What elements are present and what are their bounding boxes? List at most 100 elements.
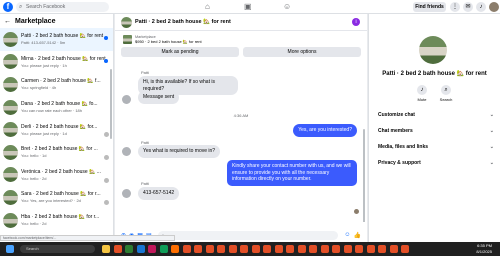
back-arrow-icon[interactable]: ← <box>4 18 11 25</box>
mark-as-pending-button[interactable]: Mark as pending <box>121 47 239 57</box>
message-bubble-outgoing[interactable]: Yes, are you interested? <box>293 124 357 137</box>
conversation-item[interactable]: Hba · 2 bed 2 bath house 🏡 for r... You: … <box>0 209 113 232</box>
conversation-item[interactable]: Carmen · 2 bed 2 bath house 🏡 f... You: s… <box>0 73 113 96</box>
sender-avatar[interactable] <box>122 189 131 198</box>
conversation-item[interactable]: Mirna · 2 bed 2 bath house 🏡 for rent You… <box>0 51 113 74</box>
conversation-text: Sara · 2 bed 2 bath house 🏡 for r... You:… <box>21 191 113 203</box>
notifications-bell-icon[interactable]: ♪ <box>476 2 486 12</box>
taskbar-app-icon[interactable] <box>274 245 283 253</box>
message-bubble-outgoing[interactable]: Kindly share your contact number with us… <box>227 160 357 186</box>
taskbar-app-icon[interactable] <box>297 245 306 253</box>
section-label: Media, files and links <box>378 144 429 150</box>
taskbar-app-icon[interactable] <box>355 245 363 253</box>
chat-info-icon[interactable]: i <box>352 18 360 26</box>
messenger-icon[interactable]: ✉ <box>463 2 473 12</box>
sidebar-scrollbar[interactable] <box>110 69 112 139</box>
unread-dot <box>104 58 108 63</box>
taskbar-app-icon[interactable] <box>263 245 271 253</box>
taskbar-app-icon[interactable] <box>113 245 122 253</box>
conversation-item[interactable]: Dana · 2 bed 2 bath house 🏡 fo... You can… <box>0 96 113 119</box>
mute-action[interactable]: ♪ Mute <box>411 85 433 102</box>
chat-listing-thumbnail[interactable] <box>121 16 132 28</box>
bell-icon: ♪ <box>417 85 427 95</box>
taskbar-app-icon[interactable] <box>320 245 329 253</box>
search-label: Search <box>439 97 453 102</box>
conversation-title: Patti · 2 bed 2 bath house 🏡 for rent <box>21 33 104 40</box>
facebook-search-input[interactable]: ⌕ Search Facebook <box>16 2 109 12</box>
unread-dot <box>104 36 108 40</box>
chat-panel: Patti · 2 bed 2 bath house 🏡 for rent i … <box>115 14 367 242</box>
marketplace-icon[interactable]: ▣ <box>244 2 252 11</box>
chat-members-section[interactable]: Chat members ⌄ <box>378 128 494 134</box>
conversation-item[interactable]: Patti · 2 bed 2 bath house 🏡 for rent Pat… <box>0 28 113 51</box>
taskbar-app-icon[interactable] <box>148 245 156 253</box>
search-action[interactable]: ⌕ Search <box>435 85 457 102</box>
listing-photo[interactable] <box>419 36 447 64</box>
taskbar-app-icon[interactable] <box>343 245 352 253</box>
sender-avatar[interactable] <box>122 95 131 104</box>
conversation-text: Bret · 2 bed 2 bath house 🏡 for ... You: … <box>21 146 113 158</box>
conversation-title: Bret · 2 bed 2 bath house 🏡 for ... <box>21 146 98 153</box>
taskbar-app-icon[interactable] <box>286 245 294 253</box>
thumbs-up-icon[interactable]: 👍 <box>354 232 361 239</box>
system-clock[interactable]: 6:35 PM 8/1/2025 <box>476 243 492 254</box>
emoji-icon[interactable]: ☺ <box>344 232 350 238</box>
conversation-item[interactable]: Bret · 2 bed 2 bath house 🏡 for ... You: … <box>0 141 113 164</box>
taskbar-app-icon[interactable] <box>378 245 386 253</box>
menu-grid-icon[interactable]: ⋮ <box>450 2 460 12</box>
search-icon: ⌕ <box>19 4 23 10</box>
taskbar-app-icon[interactable] <box>389 245 398 253</box>
taskbar-app-icon[interactable] <box>171 245 179 253</box>
conversation-item[interactable]: Sara · 2 bed 2 bath house 🏡 for r... You:… <box>0 186 113 209</box>
taskbar-app-icon[interactable] <box>159 245 168 253</box>
taskbar-app-icon[interactable] <box>182 245 191 253</box>
taskbar-app-icon[interactable] <box>240 245 248 253</box>
home-icon[interactable]: ⌂ <box>205 2 210 11</box>
conversation-preview: You: hello · 2d <box>21 221 47 227</box>
details-title: Patti · 2 bed 2 bath house 🏡 for rent <box>382 71 487 77</box>
profile-avatar[interactable] <box>489 2 499 12</box>
taskbar-app-icon[interactable] <box>136 245 145 253</box>
taskbar-app-icon[interactable] <box>217 245 225 253</box>
chat-scrollbar[interactable] <box>363 129 365 222</box>
taskbar-app-icon[interactable] <box>251 245 260 253</box>
message-bubble-incoming[interactable]: 413-657-5142 <box>138 187 180 200</box>
windows-start-icon[interactable] <box>6 245 14 253</box>
conversation-preview: Patti: 413-657-5142 · 5m <box>21 40 66 46</box>
taskbar-app-icon[interactable] <box>366 245 375 253</box>
search-placeholder: Search Facebook <box>26 4 66 10</box>
taskbar-search[interactable]: Search <box>20 245 95 253</box>
conversation-item[interactable]: Derli · 2 bed 2 bath house 🏡 for... You: … <box>0 118 113 141</box>
media-files-links-section[interactable]: Media, files and links ⌄ <box>378 144 494 150</box>
listing-summary[interactable]: Marketplace $950 · 2 bed 2 bath house 🏡 … <box>115 31 367 47</box>
chat-title[interactable]: Patti · 2 bed 2 bath house 🏡 for rent <box>135 19 231 25</box>
conversation-item[interactable]: Verónica · 2 bed 2 bath house 🏡 ... You: … <box>0 164 113 187</box>
customize-chat-section[interactable]: Customize chat ⌄ <box>378 112 494 118</box>
conversation-preview: You: springfield · 4h <box>21 85 57 91</box>
taskbar-app-icon[interactable] <box>401 245 409 253</box>
privacy-support-section[interactable]: Privacy & support ⌄ <box>378 160 494 166</box>
message-bubble-incoming[interactable]: Yes what is required to move in? <box>138 145 221 158</box>
section-label: Privacy & support <box>378 160 421 166</box>
facebook-logo[interactable]: f <box>3 2 13 12</box>
groups-icon[interactable]: ☺ <box>283 2 291 11</box>
message-sender: Patti <box>141 70 150 75</box>
taskbar-app-icon[interactable] <box>102 245 110 253</box>
seen-receipt-avatar <box>104 132 109 138</box>
message-input[interactable]: Aa <box>157 230 339 240</box>
taskbar-app-icon[interactable] <box>309 245 317 253</box>
taskbar-app-icon[interactable] <box>205 245 214 253</box>
sender-avatar[interactable] <box>122 147 131 156</box>
sidebar-title: Marketplace <box>15 17 56 25</box>
taskbar-app-icon[interactable] <box>194 245 202 253</box>
taskbar-app-icon[interactable] <box>125 245 133 253</box>
find-friends-button[interactable]: Find friends <box>413 2 446 12</box>
conversation-preview: You: hello · 2d <box>21 175 47 181</box>
taskbar-app-icon[interactable] <box>332 245 340 253</box>
message-bubble-incoming[interactable]: Message sent <box>138 91 180 104</box>
more-options-button[interactable]: More options <box>243 47 361 57</box>
listing-thumbnail <box>3 189 18 205</box>
listing-thumbnail <box>3 76 18 92</box>
message-thread: Patti Hi, is this available? If so what … <box>115 57 367 222</box>
taskbar-app-icon[interactable] <box>228 245 237 253</box>
